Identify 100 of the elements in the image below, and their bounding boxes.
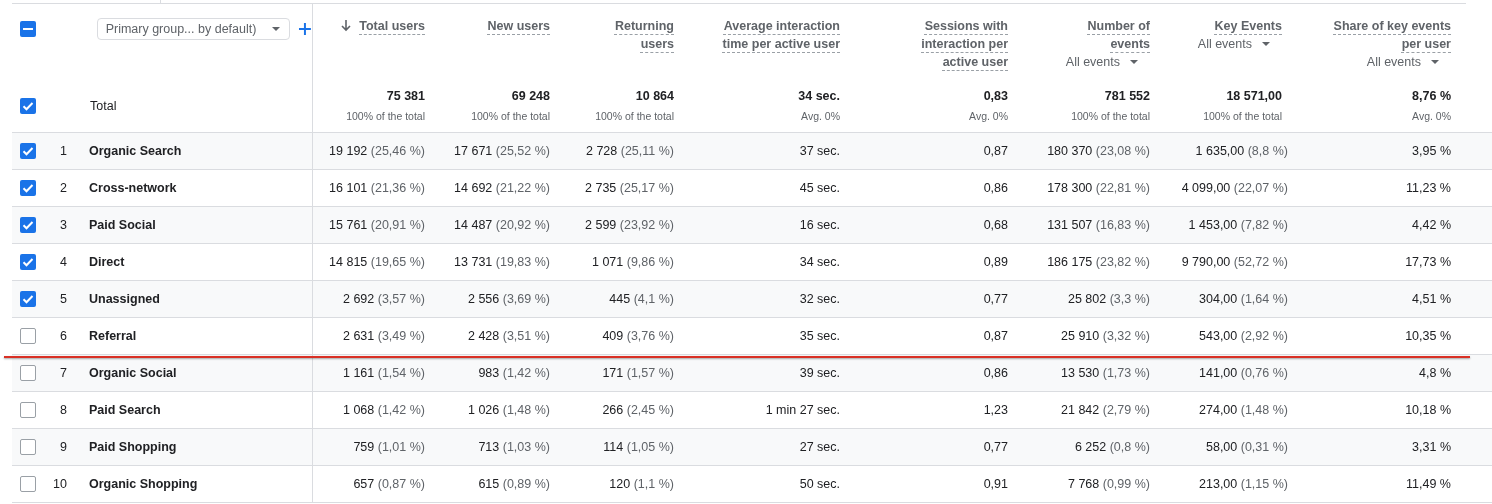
table-cell: 32 sec.: [799, 292, 840, 306]
column-header[interactable]: Average interaction time per active user: [715, 17, 840, 53]
table-cell: 131 507 (16,83 %): [1047, 218, 1150, 232]
channel-name: Organic Shopping: [88, 477, 198, 491]
row-number: 7: [59, 366, 68, 380]
total-label: Total: [89, 99, 117, 113]
total-note: 100% of the total: [471, 110, 550, 122]
channel-name: Paid Search: [88, 403, 161, 417]
channel-name: Organic Social: [88, 366, 177, 380]
table-cell: 178 300 (22,81 %): [1047, 181, 1150, 195]
table-cell: 4 099,00 (22,07 %): [1181, 181, 1288, 195]
table-cell: 17 671 (25,52 %): [454, 144, 550, 158]
table-cell: 1 026 (1,48 %): [468, 403, 550, 417]
total-value: 781 552: [1104, 89, 1150, 103]
event-filter-dropdown[interactable]: All events: [1366, 55, 1451, 69]
row-number: 10: [52, 477, 68, 491]
table-cell: 1 068 (1,42 %): [343, 403, 425, 417]
table-cell: 27 sec.: [799, 440, 840, 454]
table-cell: 45 sec.: [799, 181, 840, 195]
channel-name: Cross-network: [88, 181, 177, 195]
row-number: 3: [59, 218, 68, 232]
total-value: 34 sec.: [798, 89, 840, 103]
total-note: 100% of the total: [1071, 110, 1150, 122]
table-cell: 180 370 (23,08 %): [1047, 144, 1150, 158]
row-number: 6: [59, 329, 68, 343]
table-cell: 1 071 (9,86 %): [592, 255, 674, 269]
table-cell: 409 (3,76 %): [602, 329, 674, 343]
table-cell: 114 (1,05 %): [603, 440, 674, 454]
table-cell: 543,00 (2,92 %): [1199, 329, 1288, 343]
row-number: 5: [59, 292, 68, 306]
table-cell: 1 min 27 sec.: [765, 403, 840, 417]
table-cell: 6 252 (0,8 %): [1074, 440, 1150, 454]
table-cell: 0,89: [983, 255, 1008, 269]
column-header[interactable]: New users: [487, 17, 550, 35]
table-cell: 10,18 %: [1405, 403, 1451, 417]
table-cell: 17,73 %: [1405, 255, 1451, 269]
table-cell: 2 428 (3,51 %): [468, 329, 550, 343]
table-cell: 0,77: [983, 440, 1008, 454]
table-cell: 759 (1,01 %): [353, 440, 425, 454]
total-note: Avg. 0%: [969, 110, 1008, 122]
table-cell: 1 635,00 (8,8 %): [1195, 144, 1288, 158]
row-number: 9: [59, 440, 68, 454]
table-cell: 3,95 %: [1412, 144, 1451, 158]
table-cell: 14 815 (19,65 %): [329, 255, 425, 269]
table-cell: 2 599 (23,92 %): [585, 218, 674, 232]
table-cell: 615 (0,89 %): [478, 477, 550, 491]
table-cell: 304,00 (1,64 %): [1199, 292, 1288, 306]
event-filter-dropdown[interactable]: All events: [1197, 37, 1282, 51]
table-cell: 14 487 (20,92 %): [454, 218, 550, 232]
table-cell: 4,8 %: [1419, 366, 1451, 380]
table-cell: 19 192 (25,46 %): [329, 144, 425, 158]
column-header[interactable]: Key Events: [1214, 17, 1282, 35]
table-cell: 11,49 %: [1406, 477, 1451, 491]
channel-name: Unassigned: [88, 292, 160, 306]
column-header[interactable]: Sessions with interaction per active user: [883, 17, 1008, 71]
table-cell: 50 sec.: [799, 477, 840, 491]
total-value: 75 381: [386, 89, 425, 103]
column-header[interactable]: Share of key events per user: [1326, 17, 1451, 53]
table-cell: 7 768 (0,99 %): [1068, 477, 1150, 491]
table-cell: 11,23 %: [1406, 181, 1451, 195]
table-cell: 39 sec.: [799, 366, 840, 380]
channel-name: Organic Search: [88, 144, 182, 158]
table-cell: 213,00 (1,15 %): [1199, 477, 1288, 491]
row-number: 1: [59, 144, 68, 158]
total-note: Avg. 0%: [801, 110, 840, 122]
event-filter-dropdown[interactable]: All events: [1065, 55, 1150, 69]
table-cell: 16 sec.: [799, 218, 840, 232]
row-number: 4: [59, 255, 68, 269]
column-header[interactable]: Returning users: [594, 17, 674, 53]
table-cell: 2 556 (3,69 %): [468, 292, 550, 306]
table-cell: 15 761 (20,91 %): [329, 218, 425, 232]
channel-name: Direct: [88, 255, 125, 269]
table-cell: 58,00 (0,31 %): [1206, 440, 1288, 454]
table-cell: 16 101 (21,36 %): [329, 181, 425, 195]
total-note: 100% of the total: [595, 110, 674, 122]
row-number: 8: [59, 403, 68, 417]
table-cell: 445 (4,1 %): [609, 292, 674, 306]
table-cell: 186 175 (23,82 %): [1047, 255, 1150, 269]
total-value: 8,76 %: [1412, 89, 1451, 103]
table-cell: 2 728 (25,11 %): [585, 144, 674, 158]
table-cell: 13 530 (1,73 %): [1061, 366, 1150, 380]
table-cell: 14 692 (21,22 %): [454, 181, 550, 195]
table-cell: 0,86: [983, 181, 1008, 195]
column-header[interactable]: Number of events: [1080, 17, 1150, 53]
table-cell: 25 910 (3,32 %): [1061, 329, 1150, 343]
column-header[interactable]: Total users: [359, 17, 425, 35]
table-cell: 1,23: [983, 403, 1008, 417]
table-cell: 171 (1,57 %): [602, 366, 674, 380]
table-cell: 0,91: [983, 477, 1008, 491]
table-cell: 0,68: [983, 218, 1008, 232]
table-cell: 0,86: [983, 366, 1008, 380]
table-cell: 10,35 %: [1405, 329, 1451, 343]
table-cell: 9 790,00 (52,72 %): [1181, 255, 1288, 269]
table-cell: 1 453,00 (7,82 %): [1188, 218, 1288, 232]
total-value: 69 248: [511, 89, 550, 103]
row-number: 2: [59, 181, 68, 195]
table-cell: 3,31 %: [1412, 440, 1451, 454]
dimension-dropdown[interactable]: Primary group... by default): [96, 18, 291, 40]
total-note: 100% of the total: [346, 110, 425, 122]
table-cell: 0,87: [983, 329, 1008, 343]
